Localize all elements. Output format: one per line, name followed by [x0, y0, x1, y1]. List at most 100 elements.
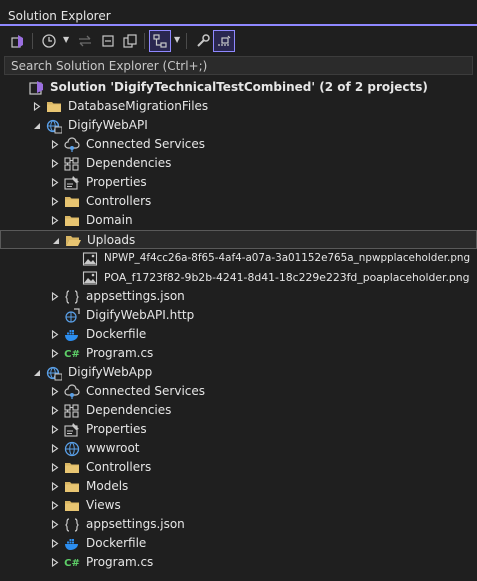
tree-item[interactable]: Controllers — [0, 192, 477, 211]
tree-item[interactable]: Properties — [0, 420, 477, 439]
history-icon[interactable] — [38, 30, 60, 52]
tree-item-label: Views — [86, 498, 121, 512]
csharp-glyph: C# — [64, 557, 80, 569]
filter-pending-changes-icon[interactable] — [149, 30, 171, 52]
tree-item-label: Uploads — [87, 233, 136, 247]
properties-icon — [64, 175, 80, 191]
tree-item-label: Models — [86, 479, 129, 493]
collapsed-arrow-icon[interactable] — [50, 439, 60, 458]
history-dropdown-arrow[interactable]: ▼ — [63, 35, 71, 45]
folder-icon — [46, 99, 62, 115]
folder-icon — [64, 479, 80, 495]
collapse-all-icon[interactable] — [97, 30, 119, 52]
show-all-files-icon[interactable] — [119, 30, 141, 52]
dependencies-icon — [64, 403, 80, 419]
folder-icon — [64, 194, 80, 210]
tree-item-label: appsettings.json — [86, 517, 185, 531]
toolbar: ▼ ▼ — [0, 26, 477, 56]
tree-item[interactable]: Dockerfile — [0, 325, 477, 344]
tree-item[interactable]: DigifyWebApp — [0, 363, 477, 382]
collapsed-arrow-icon[interactable] — [50, 382, 60, 401]
toolbar-separator — [186, 33, 187, 49]
properties-wrench-icon[interactable] — [192, 30, 214, 52]
collapsed-arrow-icon[interactable] — [50, 135, 60, 154]
expanded-arrow-icon[interactable] — [51, 231, 61, 250]
collapsed-arrow-icon[interactable] — [50, 477, 60, 496]
tree-item-label: Dependencies — [86, 403, 172, 417]
tree-item[interactable]: Dependencies — [0, 401, 477, 420]
tree-item[interactable]: NPWP_4f4cc26a-8f65-4af4-a07a-3a01152e765… — [0, 249, 477, 268]
collapsed-arrow-icon[interactable] — [50, 287, 60, 306]
tree-item-label: Controllers — [86, 460, 152, 474]
tree-item-label: wwwroot — [86, 441, 140, 455]
collapsed-arrow-icon[interactable] — [50, 154, 60, 173]
http-file-icon — [64, 308, 80, 324]
collapsed-arrow-icon[interactable] — [50, 325, 60, 344]
tree-item[interactable]: Dependencies — [0, 154, 477, 173]
tree-item[interactable]: appsettings.json — [0, 287, 477, 306]
web-project-icon — [46, 118, 62, 134]
tree-item[interactable]: DigifyWebAPI.http — [0, 306, 477, 325]
tree-item[interactable]: Models — [0, 477, 477, 496]
properties-icon — [64, 422, 80, 438]
collapsed-arrow-icon[interactable] — [50, 173, 60, 192]
collapsed-arrow-icon[interactable] — [50, 401, 60, 420]
tree-item[interactable]: Dockerfile — [0, 534, 477, 553]
tree-item[interactable]: Uploads — [0, 230, 477, 249]
folder-open-icon — [65, 233, 81, 249]
solution-tree: Solution 'DigifyTechnicalTestCombined' (… — [0, 78, 477, 572]
tree-item[interactable]: C# Program.cs — [0, 553, 477, 572]
tree-item[interactable]: Domain — [0, 211, 477, 230]
tree-item-label: Dockerfile — [86, 536, 147, 550]
expanded-arrow-icon[interactable] — [32, 116, 42, 135]
tree-item[interactable]: wwwroot — [0, 439, 477, 458]
tree-item-label: Properties — [86, 422, 147, 436]
panel-title: Solution Explorer — [8, 9, 111, 23]
collapsed-arrow-icon[interactable] — [50, 211, 60, 230]
tree-item-label: Connected Services — [86, 137, 206, 151]
collapsed-arrow-icon[interactable] — [50, 534, 60, 553]
globe-icon — [64, 441, 80, 457]
dependencies-icon — [64, 156, 80, 172]
tree-item[interactable]: Controllers — [0, 458, 477, 477]
collapsed-arrow-icon[interactable] — [50, 420, 60, 439]
tree-item[interactable]: Views — [0, 496, 477, 515]
collapsed-arrow-icon[interactable] — [50, 344, 60, 363]
tree-item[interactable]: appsettings.json — [0, 515, 477, 534]
tree-item[interactable]: DatabaseMigrationFiles — [0, 97, 477, 116]
tree-item[interactable]: Connected Services — [0, 382, 477, 401]
filter-dropdown-arrow[interactable]: ▼ — [174, 35, 182, 45]
tree-item[interactable]: Solution 'DigifyTechnicalTestCombined' (… — [0, 78, 477, 97]
tree-item-label: Program.cs — [86, 555, 154, 569]
tree-item-label: Properties — [86, 175, 147, 189]
connected-services-icon — [64, 384, 80, 400]
collapsed-arrow-icon[interactable] — [32, 97, 42, 116]
folder-icon — [64, 460, 80, 476]
panel-header: Solution Explorer — [0, 0, 477, 26]
csharp-file-icon: C# — [64, 555, 80, 571]
collapsed-arrow-icon[interactable] — [50, 458, 60, 477]
solution-icon — [28, 80, 44, 96]
tree-item[interactable]: DigifyWebAPI — [0, 116, 477, 135]
collapsed-arrow-icon[interactable] — [50, 553, 60, 572]
sync-icon[interactable] — [74, 30, 96, 52]
tree-item-label: Connected Services — [86, 384, 206, 398]
collapsed-arrow-icon[interactable] — [50, 515, 60, 534]
vs-switch-views-icon[interactable] — [6, 30, 28, 52]
tree-item-label: NPWP_4f4cc26a-8f65-4af4-a07a-3a01152e765… — [104, 252, 471, 264]
connected-services-icon — [64, 137, 80, 153]
collapsed-arrow-icon[interactable] — [50, 496, 60, 515]
tree-item-label: DigifyWebAPI.http — [86, 308, 195, 322]
preview-selected-icon[interactable] — [213, 30, 235, 52]
tree-item[interactable]: Connected Services — [0, 135, 477, 154]
tree-item-label: DigifyWebAPI — [68, 118, 148, 132]
tree-item[interactable]: POA_f1723f82-9b2b-4241-8d41-18c229e223fd… — [0, 268, 477, 287]
tree-item[interactable]: Properties — [0, 173, 477, 192]
collapsed-arrow-icon[interactable] — [50, 192, 60, 211]
expanded-arrow-icon[interactable] — [32, 363, 42, 382]
folder-icon — [64, 213, 80, 229]
search-input[interactable]: Search Solution Explorer (Ctrl+;) — [4, 56, 473, 75]
tree-item-label: appsettings.json — [86, 289, 185, 303]
toolbar-separator — [32, 33, 33, 49]
tree-item[interactable]: C# Program.cs — [0, 344, 477, 363]
